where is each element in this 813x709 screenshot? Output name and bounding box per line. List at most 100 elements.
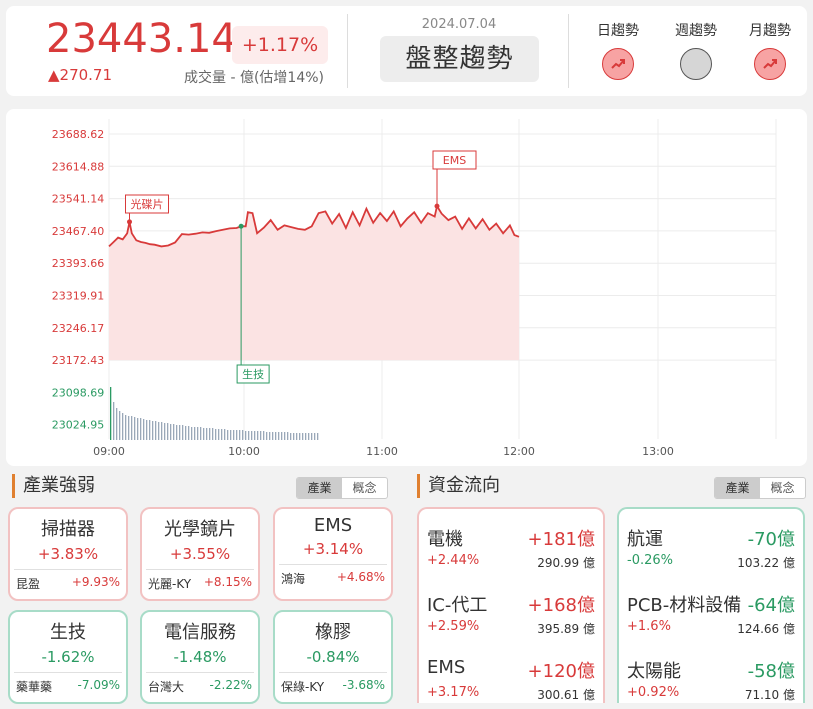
trade-value: 71.10 億	[744, 688, 795, 702]
volume-bar	[275, 432, 277, 440]
y-tick-label: 23319.91	[52, 290, 105, 303]
volume-bar	[257, 431, 259, 440]
volume-bar	[113, 402, 115, 440]
stock-pct: -2.22%	[209, 678, 252, 692]
stock-name: 昆盈	[16, 577, 41, 591]
volume-bar	[215, 429, 217, 440]
y-tick-label: 23246.17	[52, 322, 105, 335]
industry-pct: +3.83%	[37, 545, 99, 563]
industry-strength-title: 產業強弱	[12, 474, 95, 498]
volume-bar	[197, 427, 199, 440]
volume-bar	[239, 430, 241, 440]
fund-flow-row[interactable]: PCB-材料設備 -64億 +1.6% 124.66 億	[627, 587, 795, 643]
leading-stock: 鴻海 +4.68%	[275, 565, 391, 587]
leading-stock: 光麗-KY +8.15%	[142, 570, 258, 592]
volume-bar	[143, 419, 145, 440]
sector-pct: +1.6%	[627, 619, 671, 634]
industry-card[interactable]: 掃描器 +3.83% 昆盈 +9.93%	[8, 507, 128, 601]
volume-bar	[263, 431, 265, 440]
annotation-dot	[238, 223, 244, 229]
industry-name: 掃描器	[41, 519, 95, 540]
industry-name: 光學鏡片	[164, 519, 236, 540]
volume-bar	[182, 425, 184, 440]
fund-outflow-card: 航運 -70億 -0.26% 103.22 億 PCB-材料設備 -64億 +1.6% 124…	[617, 507, 805, 703]
leading-stock: 保綠-KY -3.68%	[275, 673, 391, 695]
fund-flow-row[interactable]: 太陽能 -58億 +0.92% 71.10 億	[627, 653, 795, 709]
x-tick-label: 12:00	[503, 445, 535, 458]
volume-bar	[296, 433, 298, 440]
volume-bar	[284, 432, 286, 440]
weekly-trend[interactable]: 週趨勢	[661, 20, 731, 80]
volume-bar	[245, 431, 247, 440]
volume-bar	[155, 421, 157, 440]
sector-pct: +2.44%	[427, 553, 480, 568]
volume-bar	[308, 433, 310, 440]
volume-bar	[221, 429, 223, 440]
volume-bar	[149, 420, 151, 440]
y-tick-label: 23393.66	[52, 257, 105, 270]
trend-up-icon	[754, 48, 786, 80]
volume-bar	[230, 430, 232, 440]
industry-toggle: 產業 概念	[296, 477, 388, 499]
flow-amount: +181億	[527, 529, 595, 550]
index-change-pct: +1.17%	[232, 26, 328, 64]
volume-bar	[131, 416, 133, 440]
intraday-chart[interactable]: 23688.62 23614.88 23541.14 23467.40 23393.66…	[6, 109, 807, 466]
volume-bar	[236, 430, 238, 440]
fund-flow-row[interactable]: 電機 +181億 +2.44% 290.99 億	[427, 521, 595, 577]
stock-pct: +8.15%	[203, 575, 252, 589]
fund-flow-row[interactable]: EMS +120億 +3.17% 300.61 億	[427, 653, 595, 709]
intraday-chart-svg: 23688.62 23614.88 23541.14 23467.40 23393.66…	[52, 119, 777, 458]
annotation-label: 生技	[242, 367, 264, 381]
industry-card[interactable]: 光學鏡片 +3.55% 光麗-KY +8.15%	[140, 507, 260, 601]
industry-card[interactable]: 生技 -1.62% 藥華藥 -7.09%	[8, 610, 128, 704]
industry-card[interactable]: 橡膠 -0.84% 保綠-KY -3.68%	[273, 610, 393, 704]
volume-bar	[305, 433, 307, 440]
daily-trend[interactable]: 日趨勢	[583, 20, 653, 80]
volume-bar	[209, 428, 211, 440]
leading-stock: 台灣大 -2.22%	[142, 673, 258, 695]
toggle-industry[interactable]: 產業	[297, 478, 342, 498]
sector-pct: +0.92%	[627, 685, 680, 700]
volume-bar	[293, 433, 295, 440]
monthly-trend[interactable]: 月趨勢	[735, 20, 805, 80]
y-tick-label: 23467.40	[52, 225, 105, 238]
fund-flow-row[interactable]: IC-代工 +168億 +2.59% 395.89 億	[427, 587, 595, 643]
stock-pct: +9.93%	[71, 575, 120, 589]
annotation-dot	[127, 219, 132, 225]
fund-flow-row[interactable]: 航運 -70億 -0.26% 103.22 億	[627, 521, 795, 577]
volume-bar	[260, 431, 262, 440]
volume-bar	[158, 422, 160, 440]
annotation-label: 光碟片	[131, 197, 164, 211]
flow-amount: +168億	[527, 595, 595, 616]
volume-bar	[278, 432, 280, 440]
industry-name: EMS	[313, 515, 353, 536]
sector-name: PCB-材料設備	[627, 595, 742, 616]
leading-stock: 昆盈 +9.93%	[10, 570, 126, 592]
toggle-industry[interactable]: 產業	[715, 478, 760, 498]
volume-text: 成交量 - 億(估增14%)	[184, 70, 324, 86]
divider	[568, 14, 569, 88]
fundflow-toggle: 產業 概念	[714, 477, 806, 499]
flow-amount: -58億	[747, 661, 795, 682]
volume-bar	[125, 415, 127, 440]
trend-up-icon	[602, 48, 634, 80]
stock-pct: +4.68%	[336, 570, 385, 584]
weekly-trend-label: 週趨勢	[675, 23, 717, 39]
x-tick-label: 10:00	[228, 445, 260, 458]
toggle-concept[interactable]: 概念	[342, 478, 387, 498]
toggle-concept[interactable]: 概念	[760, 478, 805, 498]
volume-bar	[269, 432, 271, 440]
sector-name: 電機	[427, 529, 463, 550]
volume-bar	[251, 431, 253, 440]
industry-name: 生技	[50, 622, 86, 643]
volume-bar	[122, 413, 124, 440]
y-tick-label: 23541.14	[52, 193, 105, 206]
daily-trend-label: 日趨勢	[597, 23, 639, 39]
industry-card[interactable]: EMS +3.14% 鴻海 +4.68%	[273, 507, 393, 601]
industry-card[interactable]: 電信服務 -1.48% 台灣大 -2.22%	[140, 610, 260, 704]
index-header: 23443.14 +1.17% ▲270.71 成交量 - 億(估增14%) 2…	[6, 6, 807, 96]
volume-bar	[140, 418, 142, 440]
stock-name: 藥華藥	[16, 680, 53, 694]
sector-pct: +2.59%	[427, 619, 480, 634]
